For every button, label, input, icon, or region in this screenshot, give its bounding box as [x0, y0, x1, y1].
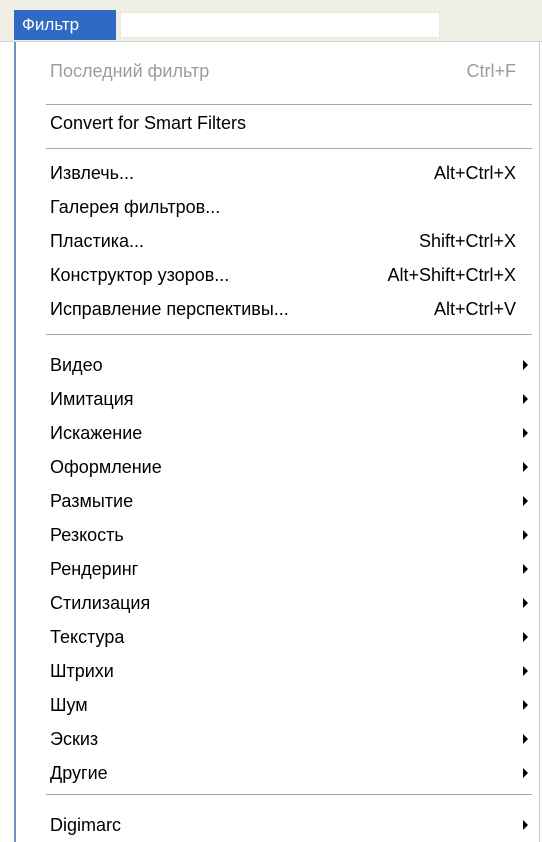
submenu-arrow-icon — [523, 394, 528, 404]
menu-bar: Фильтр — [0, 0, 542, 42]
menu-item-video[interactable]: Видео — [16, 348, 540, 382]
menu-item-label: Извлечь... — [50, 163, 135, 183]
menu-item-label: Эскиз — [50, 729, 99, 749]
submenu-arrow-icon — [523, 820, 528, 830]
submenu-arrow-icon — [523, 496, 528, 506]
menu-item-label: Стилизация — [50, 593, 151, 613]
menu-item-label: Пластика... — [50, 231, 145, 251]
menu-item-brush-strokes[interactable]: Штрихи — [16, 654, 540, 688]
menu-item-noise[interactable]: Шум — [16, 688, 540, 722]
menu-item-artistic[interactable]: Имитация — [16, 382, 540, 416]
menu-item-label: Размытие — [50, 491, 134, 511]
menu-item-label: Digimarc — [50, 815, 122, 835]
submenu-arrow-icon — [523, 530, 528, 540]
menu-item-label: Штрихи — [50, 661, 114, 681]
submenu-arrow-icon — [523, 632, 528, 642]
menu-item-label: Convert for Smart Filters — [50, 113, 247, 133]
menu-bar-empty-area — [120, 12, 440, 38]
menu-item-label: Конструктор узоров... — [50, 265, 230, 285]
menu-item-digimarc[interactable]: Digimarc — [16, 808, 540, 842]
submenu-arrow-icon — [523, 598, 528, 608]
menu-item-distort[interactable]: Искажение — [16, 416, 540, 450]
menu-separator — [46, 148, 532, 150]
menu-item-shortcut: Alt+Ctrl+X — [433, 163, 516, 183]
menu-item-label: Искажение — [50, 423, 143, 443]
submenu-arrow-icon — [523, 428, 528, 438]
menu-item-label: Галерея фильтров... — [50, 197, 221, 217]
menu-item-shortcut: Shift+Ctrl+X — [418, 231, 516, 251]
submenu-arrow-icon — [523, 462, 528, 472]
menu-item-label: Текстура — [50, 627, 125, 647]
menu-item-label: Другие — [50, 763, 108, 783]
menu-item-label: Имитация — [50, 389, 134, 409]
submenu-arrow-icon — [523, 360, 528, 370]
menu-item-label: Оформление — [50, 457, 162, 477]
menu-separator — [46, 794, 532, 796]
menu-item-stylize[interactable]: Стилизация — [16, 586, 540, 620]
menu-item-label: Шум — [50, 695, 88, 715]
menu-item-label: Последний фильтр — [50, 61, 210, 81]
menu-item-sketch[interactable]: Эскиз — [16, 722, 540, 756]
menu-item-shortcut: Alt+Ctrl+V — [433, 299, 516, 319]
menu-item-shortcut: Ctrl+F — [466, 61, 517, 81]
menu-item-extract[interactable]: Извлечь... Alt+Ctrl+X — [16, 156, 540, 190]
menu-item-pattern-maker[interactable]: Конструктор узоров... Alt+Shift+Ctrl+X — [16, 258, 540, 292]
menu-separator — [46, 334, 532, 336]
menu-item-blur[interactable]: Размытие — [16, 484, 540, 518]
submenu-arrow-icon — [523, 734, 528, 744]
menu-item-shortcut: Alt+Shift+Ctrl+X — [387, 265, 516, 285]
menu-item-render[interactable]: Рендеринг — [16, 552, 540, 586]
menu-item-liquify[interactable]: Пластика... Shift+Ctrl+X — [16, 224, 540, 258]
menu-item-texture[interactable]: Текстура — [16, 620, 540, 654]
submenu-arrow-icon — [523, 666, 528, 676]
menu-item-label: Исправление перспективы... — [50, 299, 289, 319]
menu-item-other[interactable]: Другие — [16, 756, 540, 790]
menu-item-sharpen[interactable]: Резкость — [16, 518, 540, 552]
menu-item-label: Видео — [50, 355, 103, 375]
menu-item-label: Рендеринг — [50, 559, 139, 579]
menu-item-pixelate[interactable]: Оформление — [16, 450, 540, 484]
filter-dropdown-menu: Последний фильтр Ctrl+F Convert for Smar… — [14, 42, 540, 842]
submenu-arrow-icon — [523, 700, 528, 710]
menu-item-last-filter[interactable]: Последний фильтр Ctrl+F — [16, 54, 540, 88]
menu-item-convert-smart-filters[interactable]: Convert for Smart Filters — [16, 106, 540, 140]
menu-item-vanishing-point[interactable]: Исправление перспективы... Alt+Ctrl+V — [16, 292, 540, 326]
menu-item-label: Резкость — [50, 525, 124, 545]
menu-filter[interactable]: Фильтр — [14, 10, 116, 40]
menu-item-filter-gallery[interactable]: Галерея фильтров... — [16, 190, 540, 224]
submenu-arrow-icon — [523, 564, 528, 574]
submenu-arrow-icon — [523, 768, 528, 778]
